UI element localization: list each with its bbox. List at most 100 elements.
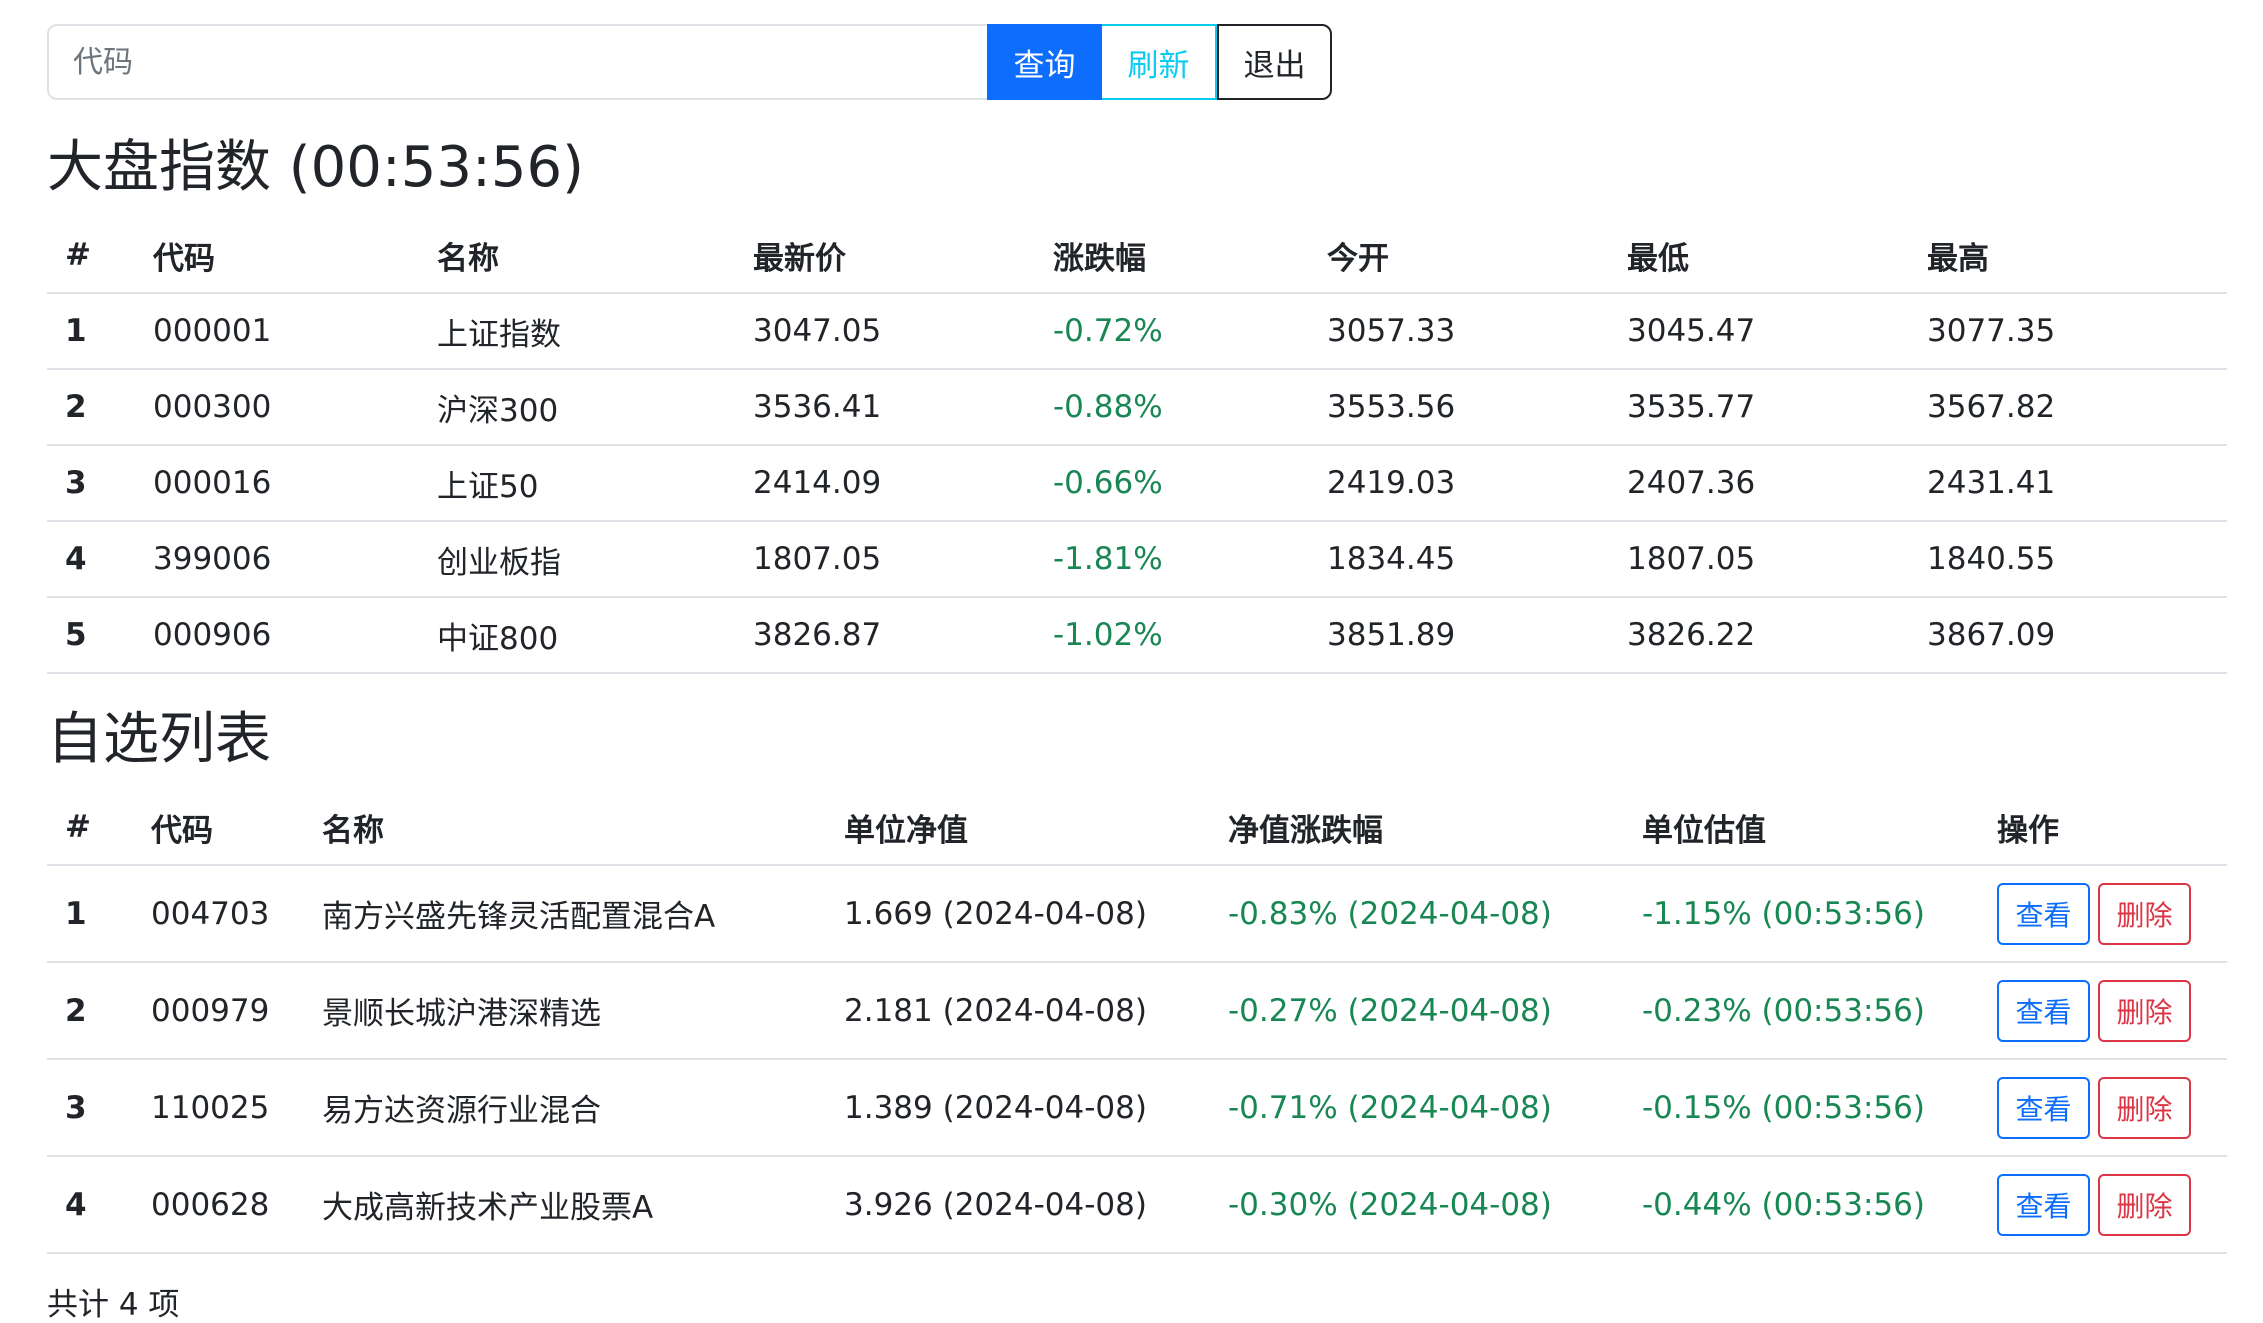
index-code: 000300 bbox=[129, 369, 413, 446]
table-row: 3 000016 上证50 2414.09 -0.66% 2419.03 240… bbox=[47, 445, 2227, 522]
column-header: 最低 bbox=[1603, 218, 1903, 294]
query-button[interactable]: 查询 bbox=[987, 24, 1102, 100]
index-name: 创业板指 bbox=[413, 521, 729, 598]
column-header: 涨跌幅 bbox=[1029, 218, 1303, 294]
table-row: 2 000300 沪深300 3536.41 -0.88% 3553.56 35… bbox=[47, 369, 2227, 446]
column-header: 单位净值 bbox=[820, 790, 1204, 866]
latest-price: 2414.09 bbox=[729, 445, 1029, 522]
row-number: 1 bbox=[47, 865, 127, 963]
column-header: 名称 bbox=[413, 218, 729, 294]
index-name: 中证800 bbox=[413, 597, 729, 674]
latest-price: 3536.41 bbox=[729, 369, 1029, 446]
low-price: 3045.47 bbox=[1603, 293, 1903, 370]
delete-button[interactable]: 删除 bbox=[2098, 882, 2191, 945]
delete-button[interactable]: 删除 bbox=[2098, 979, 2191, 1042]
code-search-input[interactable] bbox=[47, 24, 987, 100]
unit-nav: 1.669 (2024-04-08) bbox=[820, 865, 1204, 963]
column-header: # bbox=[47, 218, 129, 294]
column-header: 代码 bbox=[129, 218, 413, 294]
high-price: 1840.55 bbox=[1903, 521, 2227, 598]
column-header: 最新价 bbox=[729, 218, 1029, 294]
unit-estimate: -1.15% (00:53:56) bbox=[1618, 865, 1973, 963]
view-button[interactable]: 查看 bbox=[1997, 1076, 2090, 1139]
high-price: 3867.09 bbox=[1903, 597, 2227, 674]
logout-button[interactable]: 退出 bbox=[1217, 24, 1332, 100]
search-bar: 查询 刷新 退出 bbox=[47, 24, 1332, 100]
index-table: # 代码 名称 最新价 涨跌幅 今开 最低 最高 1 000001 上证指数 3… bbox=[47, 218, 2227, 674]
row-actions: 查看 删除 bbox=[1973, 962, 2227, 1060]
high-price: 3077.35 bbox=[1903, 293, 2227, 370]
index-name: 上证50 bbox=[413, 445, 729, 522]
total-count: 共计 4 项 bbox=[47, 1287, 180, 1323]
fund-code: 000628 bbox=[127, 1156, 298, 1254]
row-number: 2 bbox=[47, 369, 129, 446]
delete-button[interactable]: 删除 bbox=[2098, 1076, 2191, 1139]
table-row: 5 000906 中证800 3826.87 -1.02% 3851.89 38… bbox=[47, 597, 2227, 674]
fund-name: 大成高新技术产业股票A bbox=[298, 1156, 820, 1254]
column-header: 单位估值 bbox=[1618, 790, 1973, 866]
table-row: 3 110025 易方达资源行业混合 1.389 (2024-04-08) -0… bbox=[47, 1059, 2227, 1157]
row-number: 2 bbox=[47, 962, 127, 1060]
row-actions: 查看 删除 bbox=[1973, 1059, 2227, 1157]
low-price: 3826.22 bbox=[1603, 597, 1903, 674]
table-row: 1 004703 南方兴盛先锋灵活配置混合A 1.669 (2024-04-08… bbox=[47, 865, 2227, 963]
low-price: 1807.05 bbox=[1603, 521, 1903, 598]
fund-code: 110025 bbox=[127, 1059, 298, 1157]
change-percent: -1.02% bbox=[1029, 597, 1303, 674]
fund-code: 004703 bbox=[127, 865, 298, 963]
fund-code: 000979 bbox=[127, 962, 298, 1060]
watchlist-section-title: 自选列表 bbox=[47, 707, 271, 772]
row-number: 4 bbox=[47, 521, 129, 598]
column-header: 净值涨跌幅 bbox=[1204, 790, 1618, 866]
open-price: 3057.33 bbox=[1303, 293, 1603, 370]
unit-estimate: -0.44% (00:53:56) bbox=[1618, 1156, 1973, 1254]
index-code: 000906 bbox=[129, 597, 413, 674]
unit-nav: 3.926 (2024-04-08) bbox=[820, 1156, 1204, 1254]
change-percent: -1.81% bbox=[1029, 521, 1303, 598]
view-button[interactable]: 查看 bbox=[1997, 882, 2090, 945]
unit-nav: 2.181 (2024-04-08) bbox=[820, 962, 1204, 1060]
row-number: 3 bbox=[47, 1059, 127, 1157]
column-header: 操作 bbox=[1973, 790, 2227, 866]
column-header: 最高 bbox=[1903, 218, 2227, 294]
row-number: 5 bbox=[47, 597, 129, 674]
row-number: 3 bbox=[47, 445, 129, 522]
row-number: 4 bbox=[47, 1156, 127, 1254]
unit-estimate: -0.15% (00:53:56) bbox=[1618, 1059, 1973, 1157]
index-header-row: # 代码 名称 最新价 涨跌幅 今开 最低 最高 bbox=[47, 218, 2227, 294]
view-button[interactable]: 查看 bbox=[1997, 1173, 2090, 1236]
row-actions: 查看 删除 bbox=[1973, 865, 2227, 963]
index-code: 000016 bbox=[129, 445, 413, 522]
change-percent: -0.72% bbox=[1029, 293, 1303, 370]
index-section-title: 大盘指数 (00:53:56) bbox=[47, 135, 585, 200]
table-row: 4 000628 大成高新技术产业股票A 3.926 (2024-04-08) … bbox=[47, 1156, 2227, 1254]
index-code: 000001 bbox=[129, 293, 413, 370]
column-header: 名称 bbox=[298, 790, 820, 866]
latest-price: 1807.05 bbox=[729, 521, 1029, 598]
watchlist-header-row: # 代码 名称 单位净值 净值涨跌幅 单位估值 操作 bbox=[47, 790, 2227, 866]
unit-nav: 1.389 (2024-04-08) bbox=[820, 1059, 1204, 1157]
open-price: 2419.03 bbox=[1303, 445, 1603, 522]
column-header: # bbox=[47, 790, 127, 866]
open-price: 3851.89 bbox=[1303, 597, 1603, 674]
change-percent: -0.88% bbox=[1029, 369, 1303, 446]
low-price: 3535.77 bbox=[1603, 369, 1903, 446]
nav-change: -0.83% (2024-04-08) bbox=[1204, 865, 1618, 963]
change-percent: -0.66% bbox=[1029, 445, 1303, 522]
row-number: 1 bbox=[47, 293, 129, 370]
column-header: 今开 bbox=[1303, 218, 1603, 294]
fund-name: 易方达资源行业混合 bbox=[298, 1059, 820, 1157]
delete-button[interactable]: 删除 bbox=[2098, 1173, 2191, 1236]
fund-name: 景顺长城沪港深精选 bbox=[298, 962, 820, 1060]
high-price: 2431.41 bbox=[1903, 445, 2227, 522]
nav-change: -0.30% (2024-04-08) bbox=[1204, 1156, 1618, 1254]
table-row: 4 399006 创业板指 1807.05 -1.81% 1834.45 180… bbox=[47, 521, 2227, 598]
unit-estimate: -0.23% (00:53:56) bbox=[1618, 962, 1973, 1060]
row-actions: 查看 删除 bbox=[1973, 1156, 2227, 1254]
high-price: 3567.82 bbox=[1903, 369, 2227, 446]
view-button[interactable]: 查看 bbox=[1997, 979, 2090, 1042]
table-row: 1 000001 上证指数 3047.05 -0.72% 3057.33 304… bbox=[47, 293, 2227, 370]
column-header: 代码 bbox=[127, 790, 298, 866]
refresh-button[interactable]: 刷新 bbox=[1102, 24, 1217, 100]
nav-change: -0.27% (2024-04-08) bbox=[1204, 962, 1618, 1060]
